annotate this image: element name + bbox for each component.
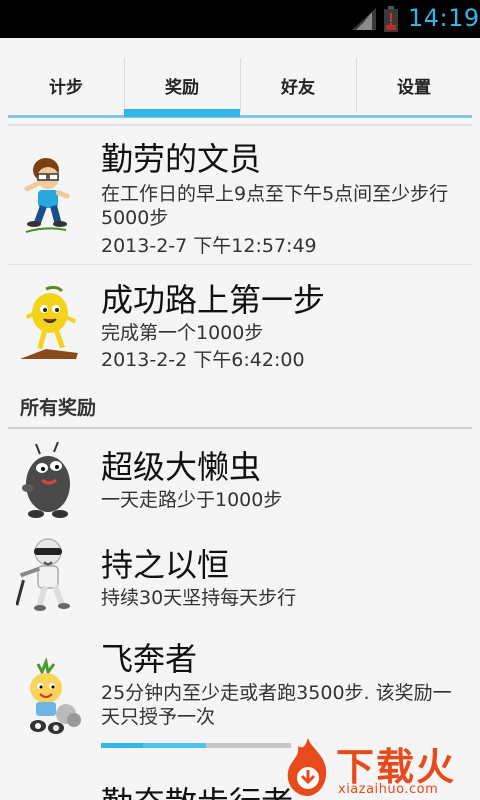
- award-title: 勤劳的文员: [101, 140, 262, 178]
- tab-steps[interactable]: 计步: [8, 58, 124, 112]
- tab-awards[interactable]: 奖励: [124, 58, 240, 112]
- runner-character-icon: [30, 658, 81, 734]
- earned-award-item[interactable]: 勤劳的文员 在工作日的早上9点至下午5点间至少步行5000步 2013-2-7 …: [0, 126, 480, 264]
- watermark-logo: 下载火 xiazaihuo.com: [280, 734, 480, 800]
- award-description: 一天走路少于1000步: [101, 489, 283, 511]
- award-description: 完成第一个1000步: [101, 322, 264, 344]
- lemon-character-icon: [20, 285, 78, 359]
- award-item[interactable]: 超级大懒虫 一天走路少于1000步: [0, 430, 480, 522]
- award-description: 25分钟内至少走或者跑3500步. 该奖励一天只授予一次: [101, 682, 452, 728]
- tab-settings[interactable]: 设置: [356, 58, 472, 112]
- tab-underline: [8, 115, 472, 118]
- award-date: 2013-2-2 下午6:42:00: [101, 349, 305, 371]
- tab-bar: 计步 奖励 好友 设置: [0, 38, 480, 118]
- award-title: 飞奔者: [101, 640, 198, 678]
- flame-logo-icon: [287, 738, 327, 796]
- status-bar: 14:19: [0, 0, 480, 38]
- award-date: 2013-2-7 下午12:57:49: [101, 235, 317, 257]
- watermark-subtext: xiazaihuo.com: [338, 782, 439, 797]
- signal-icon: [352, 8, 376, 30]
- earned-award-item[interactable]: 成功路上第一步 完成第一个1000步 2013-2-2 下午6:42:00: [0, 265, 480, 385]
- battery-low-icon: [384, 6, 398, 32]
- award-progress-bar: [101, 743, 291, 748]
- persistent-walker-icon: [16, 538, 70, 611]
- award-title-partial: 勤奋散步行者: [101, 778, 293, 800]
- award-title: 成功路上第一步: [101, 281, 326, 319]
- section-header-all-awards: 所有奖励: [20, 397, 97, 419]
- progress-fill-highlight: [143, 743, 206, 748]
- clock-time: 14:19: [408, 4, 480, 32]
- clerk-character-icon: [24, 158, 70, 233]
- progress-fill: [101, 743, 143, 748]
- tab-active-indicator: [124, 109, 240, 117]
- award-description: 在工作日的早上9点至下午5点间至少步行5000步: [101, 183, 449, 229]
- award-title: 持之以恒: [101, 546, 230, 584]
- award-item[interactable]: 持之以恒 持续30天坚持每天步行: [0, 522, 480, 626]
- tab-friends[interactable]: 好友: [240, 58, 356, 112]
- award-title: 超级大懒虫: [101, 448, 262, 486]
- lazy-bug-icon: [22, 442, 70, 518]
- award-description: 持续30天坚持每天步行: [101, 587, 297, 609]
- section-divider: [8, 427, 472, 429]
